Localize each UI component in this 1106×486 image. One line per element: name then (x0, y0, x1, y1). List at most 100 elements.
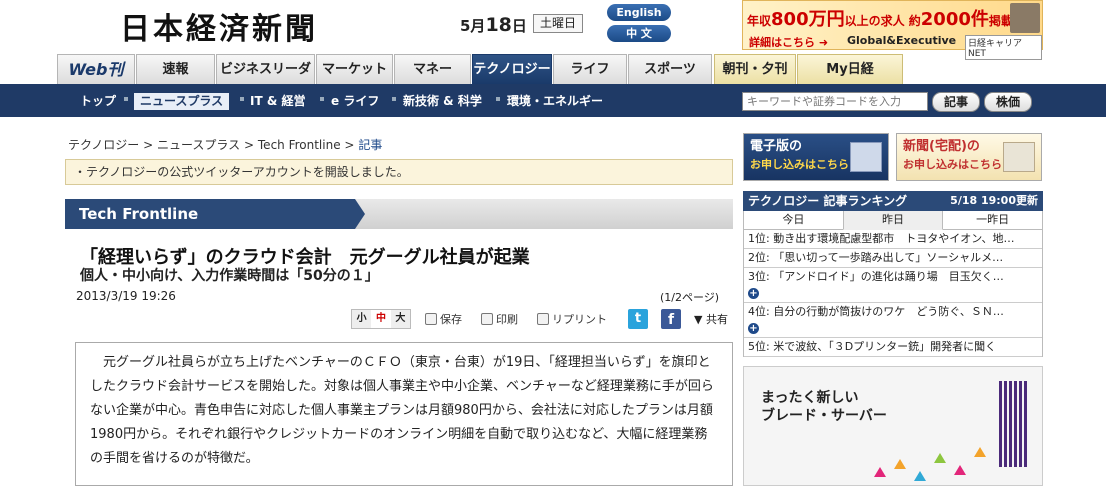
subnav-separator (392, 97, 396, 101)
ranking-item-text: 1位: 動き出す環境配慮型都市 トヨタやイオン、地… (748, 232, 1015, 245)
ranking-item[interactable]: 3位: 「アンドロイド」の進化は踊り場 目玉欠く… + (744, 268, 1042, 303)
decorative-triangle (914, 471, 926, 481)
save-label: 保存 (440, 313, 462, 326)
ranking-item[interactable]: 2位: 「思い切って一歩踏み出して」ソーシャルメ… (744, 249, 1042, 268)
font-small-button[interactable]: 小 (352, 310, 371, 328)
weekday-badge: 土曜日 (533, 14, 584, 33)
search-article-button[interactable]: 記事 (932, 92, 980, 112)
breadcrumb-technology[interactable]: テクノロジー (68, 138, 139, 152)
facebook-icon[interactable]: f (661, 309, 681, 329)
subnav-it-management[interactable]: IT & 経営 (250, 93, 305, 110)
twitter-icon[interactable]: t (628, 309, 648, 329)
expand-plus-icon[interactable]: + (748, 323, 759, 334)
tab-webkan[interactable]: Web刊 (57, 54, 135, 84)
ranking-item[interactable]: 5位: 米で波紋、「３Dプリンター銃」開発者に聞く (744, 338, 1042, 357)
printer-icon (481, 313, 493, 325)
subnav-new-tech-science[interactable]: 新技術 & 科学 (403, 93, 482, 110)
career-ad-banner[interactable]: 年収800万円以上の求人 約2000件掲載 詳細はこちら ➜ Global&Ex… (742, 0, 1043, 60)
decorative-triangle (894, 459, 906, 469)
search-stock-button[interactable]: 株価 (984, 92, 1032, 112)
section-title: Tech Frontline (65, 199, 355, 229)
ranking-updated: 5/18 19:00更新 (950, 194, 1038, 207)
ranking-header: テクノロジー 記事ランキング 5/18 19:00更新 (743, 191, 1043, 211)
article-subhead: 個人・中小向け、入力作業時間は「50分の１」 (80, 268, 379, 284)
paperclip-icon (425, 313, 437, 325)
ad-headline: 年収800万円以上の求人 約2000件掲載 (747, 9, 1013, 30)
tab-money[interactable]: マネー (394, 54, 471, 84)
tab-technology[interactable]: テクノロジー (472, 54, 552, 84)
font-medium-button[interactable]: 中 (371, 310, 391, 328)
subnav-elife[interactable]: e ライフ (331, 93, 379, 110)
decorative-triangle (874, 467, 886, 477)
digital-subscription-ad[interactable]: 電子版の お申し込みはこちら (743, 133, 889, 181)
breadcrumb-separator: > (344, 138, 355, 152)
ad-person-image (1010, 3, 1040, 33)
expand-plus-icon[interactable]: + (748, 288, 759, 299)
ranking-tab-today[interactable]: 今日 (744, 211, 843, 230)
tab-paper-edition[interactable]: 朝刊・夕刊 (714, 54, 796, 84)
share-menu[interactable]: ▼ 共有 (694, 311, 728, 327)
ranking-item-text: 4位: 自分の行動が筒抜けのワケ どう防ぐ、ＳＮ… (748, 305, 1004, 318)
ibm-server-ad[interactable]: まったく新しい ブレード・サーバー (743, 366, 1043, 486)
main-tabs: Web刊 速報 ビジネスリーダー マーケット マネー テクノロジー ライフ スポ… (0, 54, 1106, 107)
breadcrumb-tech-frontline[interactable]: Tech Frontline (258, 138, 341, 152)
tab-sports[interactable]: スポーツ (628, 54, 712, 84)
reprint-label: リプリント (552, 313, 607, 326)
save-button[interactable]: 保存 (425, 311, 462, 327)
ibm-logo (999, 381, 1029, 467)
device-image (850, 142, 882, 172)
ranking-item-text: 5位: 米で波紋、「３Dプリンター銃」開発者に聞く (748, 340, 997, 353)
decorative-triangle (954, 465, 966, 475)
tab-market[interactable]: マーケット (316, 54, 393, 84)
font-size-selector: 小 中 大 (351, 309, 411, 329)
nikkei-logo[interactable]: 日本経済新聞 (120, 4, 318, 48)
print-label: 印刷 (496, 313, 518, 326)
issue-date: 5月18日 (460, 14, 527, 36)
ad-brand: Global&Executive (847, 34, 957, 47)
ranking-tabs: 今日 昨日 一昨日 (743, 211, 1043, 230)
tab-breaking[interactable]: 速報 (136, 54, 215, 84)
article-body: 元グーグル社員らが立ち上げたベンチャーのＣＦＯ（東京・台東）が19日、「経理担当… (75, 342, 733, 486)
chinese-button[interactable]: 中 文 (607, 25, 671, 42)
ranking-item[interactable]: 4位: 自分の行動が筒抜けのワケ どう防ぐ、ＳＮ… + (744, 303, 1042, 338)
section-arrow (355, 199, 365, 229)
subnav-separator (496, 97, 500, 101)
breadcrumb-separator: > (143, 138, 154, 152)
subnav-separator (124, 97, 128, 101)
tab-my-nikkei[interactable]: My日経 (797, 54, 903, 84)
section-bar: Tech Frontline (65, 199, 733, 229)
tab-business-leader[interactable]: ビジネスリーダー (216, 54, 315, 107)
keyword-search-input[interactable] (742, 92, 928, 111)
decorative-triangle (974, 447, 986, 457)
subnav-top[interactable]: トップ (80, 93, 116, 110)
breadcrumb-newsplus[interactable]: ニュースプラス (157, 138, 240, 152)
subnav-environment-energy[interactable]: 環境・エネルギー (507, 93, 603, 110)
subnav-newsplus[interactable]: ニュースプラス (134, 93, 230, 110)
reprint-button[interactable]: リプリント (537, 311, 607, 327)
ranking-item[interactable]: 1位: 動き出す環境配慮型都市 トヨタやイオン、地… (744, 230, 1042, 249)
ranking-tab-day-before[interactable]: 一昨日 (943, 211, 1043, 230)
breadcrumb-separator: > (244, 138, 255, 152)
decorative-triangle (934, 453, 946, 463)
print-button[interactable]: 印刷 (481, 311, 518, 327)
ibm-ad-line2: ブレード・サーバー (761, 408, 887, 424)
masthead: 日本経済新聞 5月18日 土曜日 English 中 文 年収800万円以上の求… (0, 0, 1106, 60)
english-button[interactable]: English (607, 4, 671, 21)
twitter-notice[interactable]: ・テクノロジーの公式ツイッターアカウントを開設しました。 (65, 159, 733, 185)
document-icon (537, 313, 549, 325)
tab-life[interactable]: ライフ (553, 54, 627, 84)
breadcrumb: テクノロジー > ニュースプラス > Tech Frontline > 記事 (68, 136, 382, 153)
newspaper-image (1003, 142, 1035, 172)
ad-link[interactable]: 詳細はこちら ➜ (749, 34, 828, 50)
article-timestamp: 2013/3/19 19:26 (76, 289, 176, 303)
ranking-item-text: 2位: 「思い切って一歩踏み出して」ソーシャルメ… (748, 251, 1004, 264)
subnav-separator (320, 97, 324, 101)
ranking-item-text: 3位: 「アンドロイド」の進化は踊り場 目玉欠く… (748, 270, 1004, 283)
paper-subscription-ad[interactable]: 新聞(宅配)の お申し込みはこちら (896, 133, 1042, 181)
ibm-ad-line1: まったく新しい (761, 390, 859, 406)
page-count: (1/2ページ) (660, 291, 720, 304)
ranking-list: 1位: 動き出す環境配慮型都市 トヨタやイオン、地… 2位: 「思い切って一歩踏… (743, 230, 1043, 357)
subnav-separator (240, 97, 244, 101)
ranking-tab-yesterday[interactable]: 昨日 (842, 211, 944, 230)
font-large-button[interactable]: 大 (391, 310, 410, 328)
